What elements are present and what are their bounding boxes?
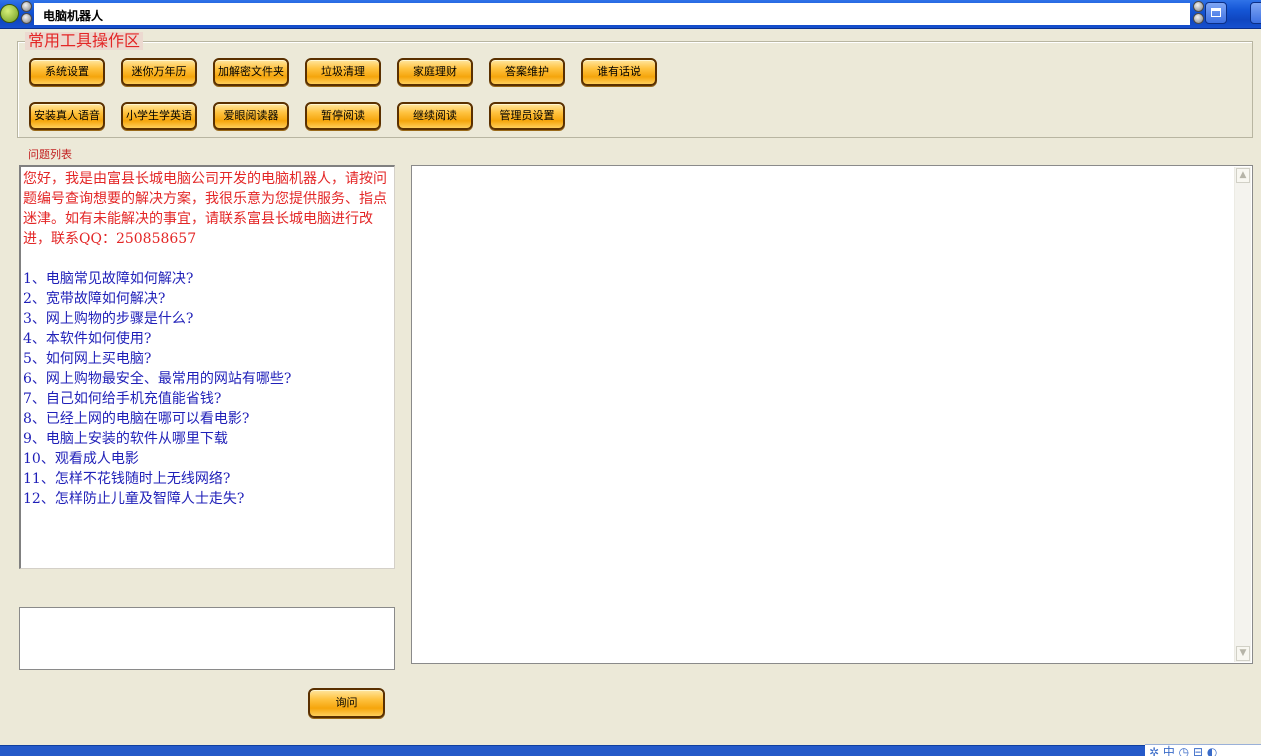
question-item[interactable]: 4、本软件如何使用? [23,329,392,349]
tools-groupbox-title: 常用工具操作区 [25,32,144,50]
question-item[interactable]: 1、电脑常见故障如何解决? [23,269,392,289]
resume-reading-button[interactable]: 继续阅读 [397,102,473,130]
question-item[interactable]: 8、已经上网的电脑在哪可以看电影? [23,409,392,429]
taskbar-strip [0,745,1261,756]
restore-button[interactable] [1205,2,1227,24]
pin-icon [21,1,32,12]
tools-groupbox [17,41,1253,138]
question-item[interactable]: 12、怎样防止儿童及智障人士走失? [23,489,392,509]
answer-maintenance-button[interactable]: 答案维护 [489,58,565,86]
admin-settings-button[interactable]: 管理员设置 [489,102,565,130]
answer-scrollbar[interactable]: ▲ ▼ [1234,167,1251,662]
intro-text: 您好，我是由富县长城电脑公司开发的电脑机器人，请按问题编号查询想要的解决方案，我… [23,171,387,247]
app-window: 电脑机器人 常用工具操作区 系统设置 迷你万年历 加解密文件夹 垃圾清理 家庭理… [0,0,1261,756]
student-english-button[interactable]: 小学生学英语 [121,102,197,130]
scroll-up-icon[interactable]: ▲ [1236,168,1250,183]
question-item[interactable]: 6、网上购物最安全、最常用的网站有哪些? [23,369,392,389]
question-item[interactable]: 7、自己如何给手机充值能省钱? [23,389,392,409]
restore-icon [1211,8,1221,17]
install-voice-button[interactable]: 安装真人语音 [29,102,105,130]
question-item[interactable]: 5、如何网上买电脑? [23,349,392,369]
pin-icon [1193,1,1204,12]
system-tray[interactable]: ✲ 中 ◷ ⊟ ◐ [1145,744,1261,756]
title-background [34,3,1190,25]
question-item[interactable]: 11、怎样不花钱随时上无线网络? [23,469,392,489]
pause-reading-button[interactable]: 暂停阅读 [305,102,381,130]
scroll-down-icon[interactable]: ▼ [1236,646,1250,661]
window-title: 电脑机器人 [43,9,104,23]
question-item[interactable]: 3、网上购物的步骤是什么? [23,309,392,329]
pin-icon [21,13,32,24]
question-list-label: 问题列表 [28,148,72,161]
ask-button[interactable]: 询问 [308,688,385,718]
question-item[interactable]: 9、电脑上安装的软件从哪里下载 [23,429,392,449]
home-finance-button[interactable]: 家庭理财 [397,58,473,86]
question-item[interactable]: 10、观看成人电影 [23,449,392,469]
question-list-panel[interactable]: 您好，我是由富县长城电脑公司开发的电脑机器人，请按问题编号查询想要的解决方案，我… [19,165,395,569]
question-number-input[interactable] [19,607,395,670]
system-settings-button[interactable]: 系统设置 [29,58,105,86]
junk-cleanup-button[interactable]: 垃圾清理 [305,58,381,86]
encrypt-folder-button[interactable]: 加解密文件夹 [213,58,289,86]
eye-care-reader-button[interactable]: 爱眼阅读器 [213,102,289,130]
mini-calendar-button[interactable]: 迷你万年历 [121,58,197,86]
app-icon[interactable] [0,4,19,23]
pin-icon [1193,13,1204,24]
who-has-words-button[interactable]: 谁有话说 [581,58,657,86]
close-button[interactable] [1250,2,1261,24]
title-bar[interactable]: 电脑机器人 [0,0,1261,29]
question-list: 1、电脑常见故障如何解决? 2、宽带故障如何解决? 3、网上购物的步骤是什么? … [23,269,392,509]
question-item[interactable]: 2、宽带故障如何解决? [23,289,392,309]
answer-display[interactable]: ▲ ▼ [411,165,1253,664]
